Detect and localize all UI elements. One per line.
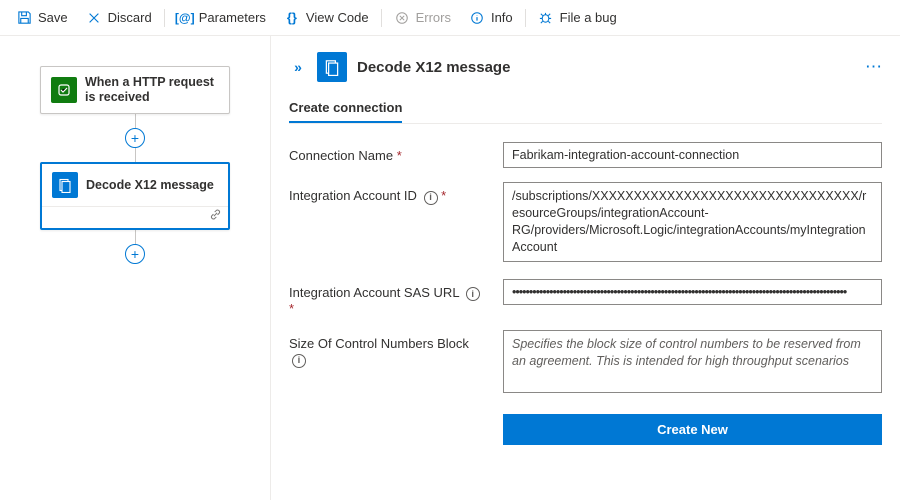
designer-canvas[interactable]: When a HTTP request is received + Decode… <box>0 36 270 500</box>
add-step-button[interactable]: + <box>125 128 145 148</box>
connection-icon <box>209 208 222 224</box>
label-text: Integration Account ID <box>289 188 417 203</box>
add-step-button[interactable]: + <box>125 244 145 264</box>
save-label: Save <box>38 10 68 25</box>
errors-label: Errors <box>416 10 451 25</box>
label-text: Size Of Control Numbers Block <box>289 336 469 351</box>
errors-icon <box>394 10 410 26</box>
parameters-label: Parameters <box>199 10 266 25</box>
field-account-id: Integration Account ID i * <box>289 182 882 265</box>
action-title: Decode X12 message <box>86 178 214 193</box>
required-mark: * <box>289 301 294 316</box>
http-trigger-icon <box>51 77 77 103</box>
bug-icon <box>538 10 554 26</box>
panel-title: Decode X12 message <box>357 59 510 76</box>
x12-icon <box>317 52 347 82</box>
info-label: Info <box>491 10 513 25</box>
info-icon[interactable]: i <box>466 287 480 301</box>
account-id-label: Integration Account ID i * <box>289 182 489 205</box>
trigger-node[interactable]: When a HTTP request is received <box>40 66 230 114</box>
info-icon[interactable]: i <box>292 354 306 368</box>
field-block-size: Size Of Control Numbers Block i <box>289 330 882 396</box>
required-mark: * <box>397 148 402 163</box>
code-icon: {} <box>284 10 300 26</box>
connector: + <box>24 114 246 162</box>
label-text: Integration Account SAS URL <box>289 285 459 300</box>
action-node-body <box>42 206 228 228</box>
save-icon <box>16 10 32 26</box>
connector: + <box>24 230 246 264</box>
discard-icon <box>86 10 102 26</box>
filebug-button[interactable]: File a bug <box>530 6 625 30</box>
action-node-header: Decode X12 message <box>42 164 228 206</box>
label-text: Connection Name <box>289 148 393 163</box>
parameters-icon: [@] <box>177 10 193 26</box>
panel-header: » Decode X12 message ⋯ <box>289 52 882 82</box>
connection-name-label: Connection Name * <box>289 142 489 163</box>
info-icon <box>469 10 485 26</box>
save-button[interactable]: Save <box>8 6 76 30</box>
toolbar-separator <box>381 9 382 27</box>
required-mark: * <box>441 188 446 203</box>
info-button[interactable]: Info <box>461 6 521 30</box>
field-sas-url: Integration Account SAS URL i * <box>289 279 882 317</box>
errors-button: Errors <box>386 6 459 30</box>
toolbar: Save Discard [@] Parameters {} View Code… <box>0 0 900 36</box>
sas-url-input[interactable] <box>503 279 882 305</box>
details-panel: » Decode X12 message ⋯ Create connection… <box>270 36 900 500</box>
connector-line <box>135 230 136 244</box>
x12-icon <box>52 172 78 198</box>
sas-url-label: Integration Account SAS URL i * <box>289 279 489 317</box>
trigger-node-header: When a HTTP request is received <box>41 67 229 113</box>
parameters-button[interactable]: [@] Parameters <box>169 6 274 30</box>
connection-name-input[interactable] <box>503 142 882 168</box>
main: When a HTTP request is received + Decode… <box>0 36 900 500</box>
trigger-title: When a HTTP request is received <box>85 75 219 105</box>
field-connection-name: Connection Name * <box>289 142 882 168</box>
toolbar-separator <box>164 9 165 27</box>
account-id-input[interactable] <box>503 182 882 262</box>
connector-line <box>135 114 136 128</box>
block-size-label: Size Of Control Numbers Block i <box>289 330 489 368</box>
create-new-button[interactable]: Create New <box>503 414 882 445</box>
block-size-input[interactable] <box>503 330 882 393</box>
discard-button[interactable]: Discard <box>78 6 160 30</box>
collapse-button[interactable]: » <box>289 58 307 76</box>
panel-tabs: Create connection <box>289 100 882 124</box>
viewcode-label: View Code <box>306 10 369 25</box>
info-icon[interactable]: i <box>424 191 438 205</box>
filebug-label: File a bug <box>560 10 617 25</box>
more-button[interactable]: ⋯ <box>865 57 882 77</box>
discard-label: Discard <box>108 10 152 25</box>
action-node[interactable]: Decode X12 message <box>40 162 230 230</box>
viewcode-button[interactable]: {} View Code <box>276 6 377 30</box>
tab-create-connection[interactable]: Create connection <box>289 100 402 123</box>
toolbar-separator <box>525 9 526 27</box>
connector-line <box>135 148 136 162</box>
